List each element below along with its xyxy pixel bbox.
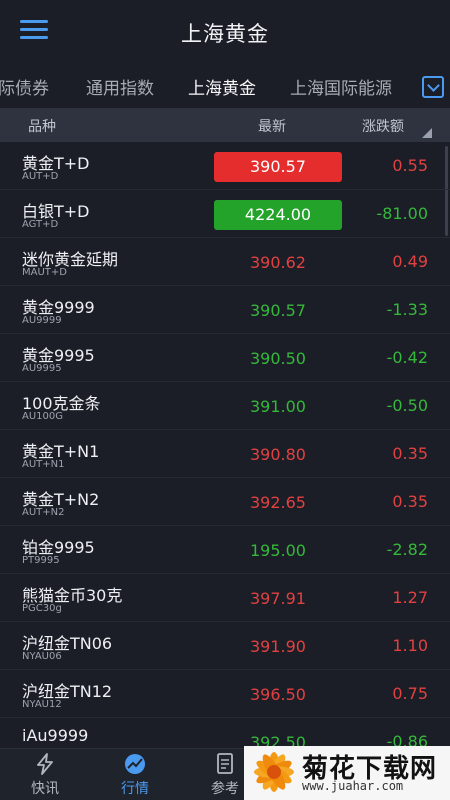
document-icon xyxy=(217,753,233,774)
column-header: 品种 最新 涨跌额 xyxy=(0,108,450,142)
instrument-code: AU100G xyxy=(22,411,63,422)
tab-shanghai-gold[interactable]: 上海黄金 xyxy=(188,74,256,99)
price-change: -81.00 xyxy=(376,204,428,223)
instrument-code: NYAU12 xyxy=(22,699,62,710)
instrument-code: AUT+N2 xyxy=(22,507,65,518)
quote-row[interactable]: 黄金9999 AU9999 390.57 -1.33 xyxy=(0,286,450,334)
price-change: 0.49 xyxy=(392,252,428,271)
nav-quotes-label: 行情 xyxy=(121,781,149,797)
latest-price: 391.90 xyxy=(250,637,306,656)
price-change: 1.27 xyxy=(392,588,428,607)
latest-price: 396.50 xyxy=(250,685,306,704)
instrument-code: AU9995 xyxy=(22,363,62,374)
price-change: 1.10 xyxy=(392,636,428,655)
quote-list: 黄金T+D AUT+D 390.57 0.55 白银T+D AGT+D 4224.00 -81… xyxy=(0,142,450,748)
latest-price: 391.00 xyxy=(250,397,306,416)
quote-row[interactable]: 黄金9995 AU9995 390.50 -0.42 xyxy=(0,334,450,382)
sort-icon[interactable] xyxy=(422,128,432,138)
tab-shanghai-energy[interactable]: 上海国际能源 xyxy=(290,74,392,99)
tab-bonds[interactable]: 际债券 xyxy=(0,74,49,99)
latest-price: 390.57 xyxy=(250,301,306,320)
quote-row[interactable]: iAu9999 392.50 -0.86 xyxy=(0,718,450,748)
latest-price: 390.62 xyxy=(250,253,306,272)
quote-row[interactable]: 黄金T+N2 AUT+N2 392.65 0.35 xyxy=(0,478,450,526)
latest-price: 390.50 xyxy=(250,349,306,368)
watermark-url: www.juahar.com xyxy=(302,779,404,793)
site-watermark: 菊花下载网 www.juahar.com xyxy=(244,746,450,800)
price-change: -2.82 xyxy=(386,540,428,559)
category-tabs: 际债券 通用指数 上海黄金 上海国际能源 xyxy=(0,66,450,108)
latest-price: 392.50 xyxy=(250,733,306,748)
price-change: -0.50 xyxy=(386,396,428,415)
quote-row[interactable]: 熊猫金币30克 PGC30g 397.91 1.27 xyxy=(0,574,450,622)
instrument-code: MAUT+D xyxy=(22,267,67,278)
price-change: 0.75 xyxy=(392,684,428,703)
price-change: 0.35 xyxy=(392,492,428,511)
flower-logo-icon xyxy=(254,752,294,792)
tab-dropdown-icon[interactable] xyxy=(422,76,444,98)
quote-row[interactable]: 沪纽金TN12 NYAU12 396.50 0.75 xyxy=(0,670,450,718)
app-header: 上海黄金 xyxy=(0,0,450,66)
latest-price: 392.65 xyxy=(250,493,306,512)
instrument-code: PGC30g xyxy=(22,603,62,614)
instrument-name: iAu9999 xyxy=(22,726,89,745)
quote-row[interactable]: 迷你黄金延期 MAUT+D 390.62 0.49 xyxy=(0,238,450,286)
tab-general-index[interactable]: 通用指数 xyxy=(86,74,154,99)
latest-price: 390.57 xyxy=(214,152,342,182)
tab-fade xyxy=(400,66,420,108)
price-change: -0.42 xyxy=(386,348,428,367)
instrument-code: AGT+D xyxy=(22,219,59,230)
quote-row[interactable]: 黄金T+N1 AUT+N1 390.80 0.35 xyxy=(0,430,450,478)
latest-price: 397.91 xyxy=(250,589,306,608)
column-latest[interactable]: 最新 xyxy=(258,116,286,136)
quote-row[interactable]: 黄金T+D AUT+D 390.57 0.55 xyxy=(0,142,450,190)
instrument-code: PT9995 xyxy=(22,555,60,566)
price-change: 0.55 xyxy=(392,156,428,175)
latest-price: 4224.00 xyxy=(214,200,342,230)
instrument-code: NYAU06 xyxy=(22,651,62,662)
nav-news-label: 快讯 xyxy=(31,781,59,797)
column-change[interactable]: 涨跌额 xyxy=(362,116,404,136)
quote-row[interactable]: 100克金条 AU100G 391.00 -0.50 xyxy=(0,382,450,430)
chart-trend-icon xyxy=(125,754,145,774)
instrument-code: AUT+N1 xyxy=(22,459,65,470)
quote-row[interactable]: 白银T+D AGT+D 4224.00 -81.00 xyxy=(0,190,450,238)
nav-news[interactable]: 快讯 xyxy=(10,753,80,798)
nav-quotes[interactable]: 行情 xyxy=(100,753,170,798)
page-title: 上海黄金 xyxy=(181,22,269,46)
latest-price: 390.80 xyxy=(250,445,306,464)
price-change: 0.35 xyxy=(392,444,428,463)
column-name[interactable]: 品种 xyxy=(28,116,56,136)
quote-row[interactable]: 沪纽金TN06 NYAU06 391.90 1.10 xyxy=(0,622,450,670)
quote-row[interactable]: 铂金9995 PT9995 195.00 -2.82 xyxy=(0,526,450,574)
price-change: -1.33 xyxy=(386,300,428,319)
instrument-code: AU9999 xyxy=(22,315,62,326)
flash-icon xyxy=(37,753,53,775)
instrument-code: AUT+D xyxy=(22,171,59,182)
latest-price: 195.00 xyxy=(250,541,306,560)
